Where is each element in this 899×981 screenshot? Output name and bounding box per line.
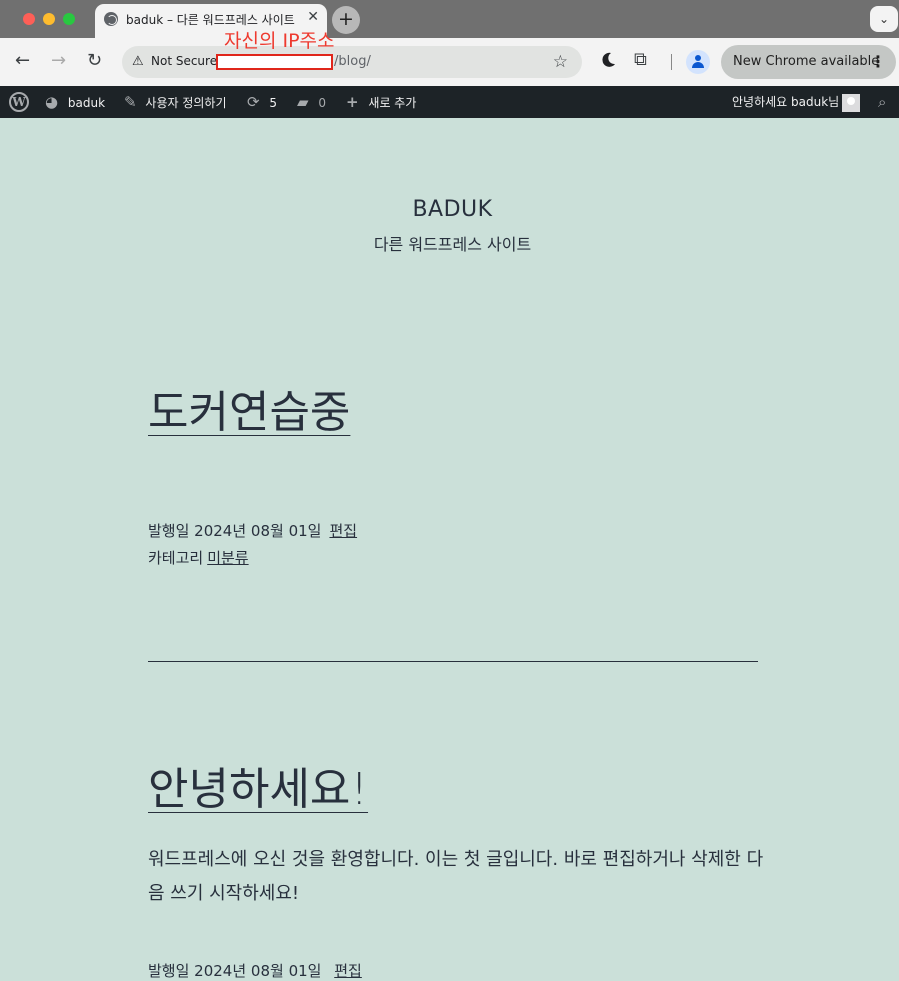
post-edit-link[interactable]: 편집 <box>334 962 362 980</box>
updates-refresh-icon: ⟳ <box>247 93 260 111</box>
site-title[interactable]: BADUK <box>0 197 899 222</box>
post-edit-link[interactable]: 편집 <box>329 522 357 540</box>
browser-toolbar: ← → ↻ ⚠ Not Secure /blog/ ☆ ⧉ New Chrome… <box>0 38 899 86</box>
admin-customize-label: 사용자 정의하기 <box>145 96 227 110</box>
post-meta: 발행일 2024년 08월 01일 편집 <box>148 520 357 541</box>
admin-greeting: 안녕하세요 baduk님 <box>732 95 840 109</box>
moon-icon[interactable] <box>598 50 618 70</box>
admin-new-content-link[interactable]: + 새로 추가 <box>346 86 416 118</box>
wordpress-logo-icon[interactable]: W <box>9 92 29 112</box>
admin-account-link[interactable]: 안녕하세요 baduk님 <box>732 86 861 118</box>
back-arrow-icon[interactable]: ← <box>15 51 30 71</box>
admin-updates-link[interactable]: ⟳ 5 <box>247 86 277 118</box>
close-window-button[interactable] <box>23 13 35 25</box>
site-description: 다른 워드프레스 사이트 <box>373 235 532 254</box>
updates-count: 5 <box>269 96 278 110</box>
minimize-window-button[interactable] <box>43 13 55 25</box>
tab-close-icon[interactable]: ✕ <box>307 9 319 25</box>
post-categories: 카테고리 미분류 <box>148 547 249 568</box>
category-label: 카테고리 <box>148 549 204 567</box>
warning-icon: ⚠ <box>132 54 144 69</box>
extensions-puzzle-icon[interactable]: ⧉ <box>634 49 647 70</box>
page-content: BADUK 다른 워드프레스 사이트 도커연습중 발행일 2024년 08월 0… <box>0 118 899 980</box>
update-label: New Chrome available <box>733 54 880 69</box>
post-date: 발행일 2024년 08월 01일 <box>148 962 322 980</box>
maximize-window-button[interactable] <box>63 13 75 25</box>
post-title-link[interactable]: 안녕하세요! <box>148 753 368 817</box>
redacted-ip-box <box>216 54 333 70</box>
post-excerpt: 워드프레스에 오신 것을 환영합니다. 이는 첫 글입니다. 바로 편집하거나 … <box>148 849 764 904</box>
bookmark-star-icon[interactable]: ☆ <box>553 52 568 72</box>
admin-customize-link[interactable]: ✎ 사용자 정의하기 <box>124 86 227 118</box>
kebab-menu-icon[interactable]: ⋮ <box>870 52 886 71</box>
category-link[interactable]: 미분류 <box>207 549 248 567</box>
tab-strip: baduk – 다른 워드프레스 사이트 ✕ + ⌄ <box>0 0 899 38</box>
paintbrush-icon: ✎ <box>124 93 137 111</box>
admin-site-link[interactable]: ◕ baduk <box>45 86 105 118</box>
security-label[interactable]: Not Secure <box>151 54 217 68</box>
update-chrome-button[interactable]: New Chrome available ⋮ <box>721 45 896 79</box>
address-bar[interactable]: ⚠ Not Secure /blog/ ☆ <box>122 46 582 78</box>
post-title-link[interactable]: 도커연습중 <box>148 376 350 440</box>
url-path: /blog/ <box>334 54 371 69</box>
search-icon: ⌕ <box>878 93 887 111</box>
new-tab-button[interactable]: + <box>332 6 360 34</box>
comment-bubble-icon: ▰ <box>297 93 309 111</box>
tab-search-chevron-icon[interactable]: ⌄ <box>870 6 898 32</box>
reload-icon[interactable]: ↻ <box>87 51 102 71</box>
admin-comments-link[interactable]: ▰ 0 <box>297 86 326 118</box>
profile-avatar-icon[interactable] <box>686 50 710 74</box>
comments-count: 0 <box>318 96 327 110</box>
user-avatar <box>842 93 861 112</box>
wp-admin-bar: W ◕ baduk ✎ 사용자 정의하기 ⟳ 5 ▰ 0 + 새로 추가 안녕하… <box>0 86 899 118</box>
plus-icon: + <box>346 93 359 111</box>
admin-search-button[interactable]: ⌕ <box>878 86 886 118</box>
toolbar-divider <box>671 54 672 70</box>
ip-annotation: 자신의 IP주소 <box>224 30 335 52</box>
post-separator <box>148 661 758 662</box>
forward-arrow-icon[interactable]: → <box>51 51 66 71</box>
admin-site-name: baduk <box>67 96 106 110</box>
dashboard-gauge-icon: ◕ <box>45 93 59 111</box>
new-content-label: 새로 추가 <box>368 96 417 110</box>
globe-icon <box>104 12 118 26</box>
post-date: 발행일 2024년 08월 01일 <box>148 522 322 540</box>
